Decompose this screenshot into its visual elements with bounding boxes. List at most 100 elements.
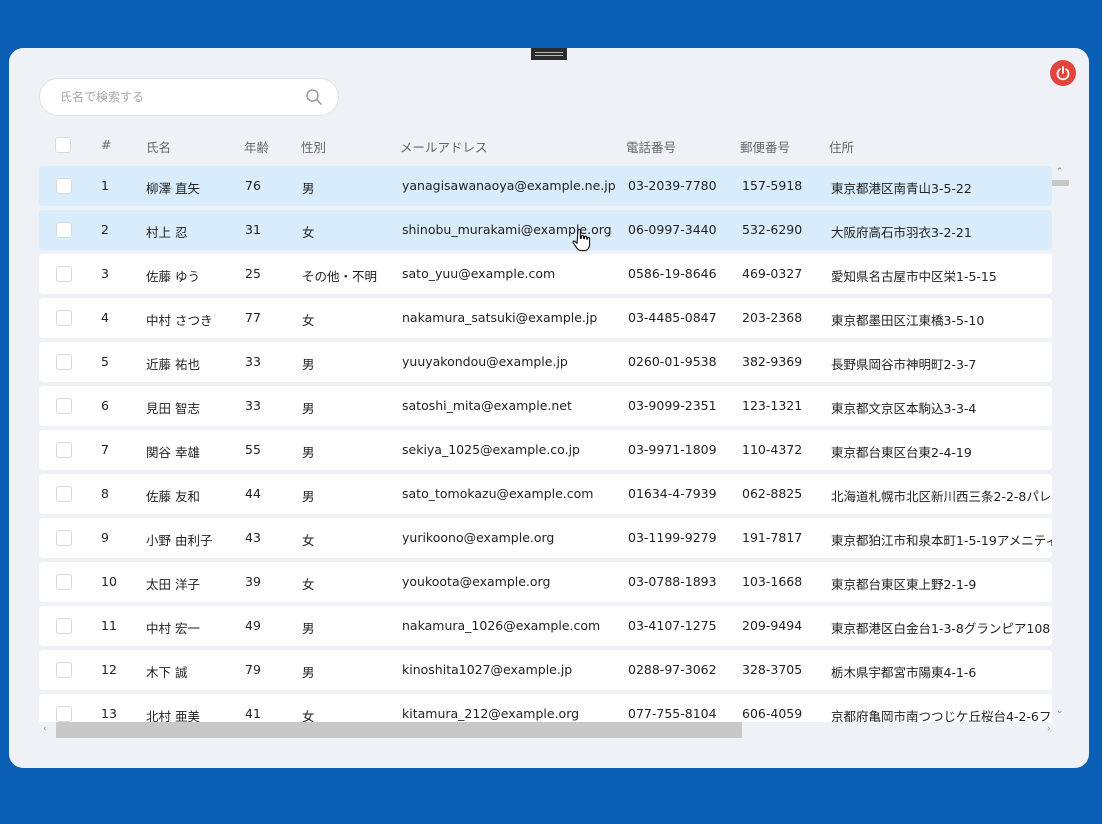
search-icon[interactable]: [304, 87, 324, 107]
table-row[interactable]: 2 村上 忍 31 女 shinobu_murakami@example.org 06-0…: [39, 210, 1052, 250]
cell-age: 31: [245, 222, 261, 237]
cell-gender: 女: [302, 577, 315, 592]
cell-phone: 0260-01-9538: [628, 354, 717, 369]
horizontal-scroll-thumb[interactable]: [56, 722, 742, 738]
table-row[interactable]: 7 関谷 幸雄 55 男 sekiya_1025@example.co.jp 03-997…: [39, 430, 1052, 470]
table-row[interactable]: 1 柳澤 直矢 76 男 yanagisawanaoya@example.ne.jp 03…: [39, 166, 1052, 206]
search-input[interactable]: [60, 90, 304, 104]
header-gender[interactable]: 性別: [301, 137, 326, 156]
row-checkbox[interactable]: [56, 266, 72, 282]
hand-pointer-icon: [571, 228, 593, 258]
cell-age: 49: [245, 618, 261, 633]
horizontal-scrollbar[interactable]: ‹ ›: [39, 722, 1059, 738]
cell-zip: 191-7817: [742, 530, 803, 545]
cell-zip: 328-3705: [742, 662, 803, 677]
cell-address: 東京都台東区東上野2-1-9: [831, 577, 977, 592]
select-all-checkbox[interactable]: [55, 137, 71, 153]
row-checkbox[interactable]: [56, 530, 72, 546]
cell-num: 11: [101, 618, 117, 633]
cell-age: 77: [245, 310, 261, 325]
cell-zip: 469-0327: [742, 266, 803, 281]
table-row[interactable]: 3 佐藤 ゆう 25 その他・不明 sato_yuu@example.com 0586-1…: [39, 254, 1052, 294]
cell-name: 見田 智志: [146, 401, 200, 416]
table-row[interactable]: 4 中村 さつき 77 女 nakamura_satsuki@example.jp 03-…: [39, 298, 1052, 338]
row-checkbox[interactable]: [56, 706, 72, 722]
cell-zip: 103-1668: [742, 574, 803, 589]
cell-num: 6: [101, 398, 109, 413]
table-row[interactable]: 10 太田 洋子 39 女 youkoota@example.org 03-0788-18…: [39, 562, 1052, 602]
cell-phone: 03-0788-1893: [628, 574, 717, 589]
row-checkbox[interactable]: [56, 222, 72, 238]
cell-email: kinoshita1027@example.jp: [402, 662, 573, 677]
table-row[interactable]: 6 見田 智志 33 男 satoshi_mita@example.net 03-9099…: [39, 386, 1052, 426]
cell-email: yanagisawanaoya@example.ne.jp: [402, 178, 616, 193]
scroll-down-icon[interactable]: ⌄: [1056, 707, 1064, 716]
app-window: # 氏名 年齢 性別 メールアドレス 電話番号 郵便番号 住所 1柳澤 直矢76…: [9, 48, 1089, 768]
cell-phone: 03-2039-7780: [628, 178, 717, 193]
cell-num: 5: [101, 354, 109, 369]
table-header: # 氏名 年齢 性別 メールアドレス 電話番号 郵便番号 住所: [39, 130, 1059, 160]
header-age[interactable]: 年齢: [244, 137, 269, 156]
cell-name: 太田 洋子: [146, 577, 200, 592]
cell-gender: 男: [302, 401, 315, 416]
row-checkbox[interactable]: [56, 662, 72, 678]
cell-address: 東京都港区白金台1-3-8グランピア108: [831, 621, 1051, 636]
table-row[interactable]: 13 北村 亜美 41 女 kitamura_212@example.org 077-75…: [39, 694, 1052, 722]
cell-gender: 男: [302, 181, 315, 196]
cell-phone: 01634-4-7939: [628, 486, 717, 501]
cell-zip: 382-9369: [742, 354, 803, 369]
cell-gender: 女: [302, 533, 315, 548]
table-row[interactable]: 12 木下 誠 79 男 kinoshita1027@example.jp 0288-97…: [39, 650, 1052, 690]
row-checkbox[interactable]: [56, 310, 72, 326]
cell-address: 東京都狛江市和泉本町1-5-19アメニティ1: [831, 533, 1052, 548]
cell-address: 東京都台東区台東2-4-19: [831, 445, 972, 460]
cell-address: 東京都港区南青山3-5-22: [831, 181, 972, 196]
vertical-scrollbar[interactable]: ⌃ ⌄: [1052, 166, 1069, 722]
cell-zip: 606-4059: [742, 706, 803, 721]
table-row[interactable]: 8 佐藤 友和 44 男 sato_tomokazu@example.com 01634-…: [39, 474, 1052, 514]
header-email[interactable]: メールアドレス: [400, 137, 488, 156]
table-row[interactable]: 11 中村 宏一 49 男 nakamura_1026@example.com 03-41…: [39, 606, 1052, 646]
cell-email: kitamura_212@example.org: [402, 706, 580, 721]
row-checkbox[interactable]: [56, 442, 72, 458]
row-checkbox[interactable]: [56, 486, 72, 502]
cell-address: 京都府亀岡市南つつじケ丘桜台4-2-6フェ: [831, 709, 1052, 722]
cell-name: 佐藤 友和: [146, 489, 200, 504]
cell-age: 41: [245, 706, 261, 721]
cell-phone: 0288-97-3062: [628, 662, 717, 677]
cell-age: 25: [245, 266, 261, 281]
table-row[interactable]: 9 小野 由利子 43 女 yurikoono@example.org 03-1199-9…: [39, 518, 1052, 558]
header-num[interactable]: #: [101, 137, 111, 152]
vertical-scroll-thumb[interactable]: [1052, 180, 1069, 186]
scroll-right-icon[interactable]: ›: [1047, 725, 1051, 734]
scroll-left-icon[interactable]: ‹: [43, 725, 47, 734]
cell-zip: 110-4372: [742, 442, 803, 457]
cell-phone: 06-0997-3440: [628, 222, 717, 237]
header-phone[interactable]: 電話番号: [626, 137, 676, 156]
header-zip[interactable]: 郵便番号: [740, 137, 790, 156]
cell-num: 1: [101, 178, 109, 193]
cell-num: 10: [101, 574, 117, 589]
cell-gender: 女: [302, 313, 315, 328]
power-button[interactable]: [1050, 60, 1076, 86]
window-drag-handle[interactable]: [531, 48, 567, 60]
row-checkbox[interactable]: [56, 618, 72, 634]
header-address[interactable]: 住所: [829, 137, 854, 156]
cell-email: sekiya_1025@example.co.jp: [402, 442, 580, 457]
cell-name: 木下 誠: [146, 665, 188, 680]
cell-num: 3: [101, 266, 109, 281]
cell-age: 55: [245, 442, 261, 457]
scroll-up-icon[interactable]: ⌃: [1056, 168, 1064, 177]
row-checkbox[interactable]: [56, 178, 72, 194]
cell-phone: 03-4485-0847: [628, 310, 717, 325]
cell-num: 8: [101, 486, 109, 501]
cell-zip: 532-6290: [742, 222, 803, 237]
row-checkbox[interactable]: [56, 398, 72, 414]
table-row[interactable]: 5 近藤 祐也 33 男 yuuyakondou@example.jp 0260-01-9…: [39, 342, 1052, 382]
header-name[interactable]: 氏名: [146, 137, 171, 156]
cell-address: 栃木県宇都宮市陽東4-1-6: [831, 665, 977, 680]
row-checkbox[interactable]: [56, 354, 72, 370]
cell-zip: 062-8825: [742, 486, 803, 501]
cell-phone: 03-9971-1809: [628, 442, 717, 457]
row-checkbox[interactable]: [56, 574, 72, 590]
